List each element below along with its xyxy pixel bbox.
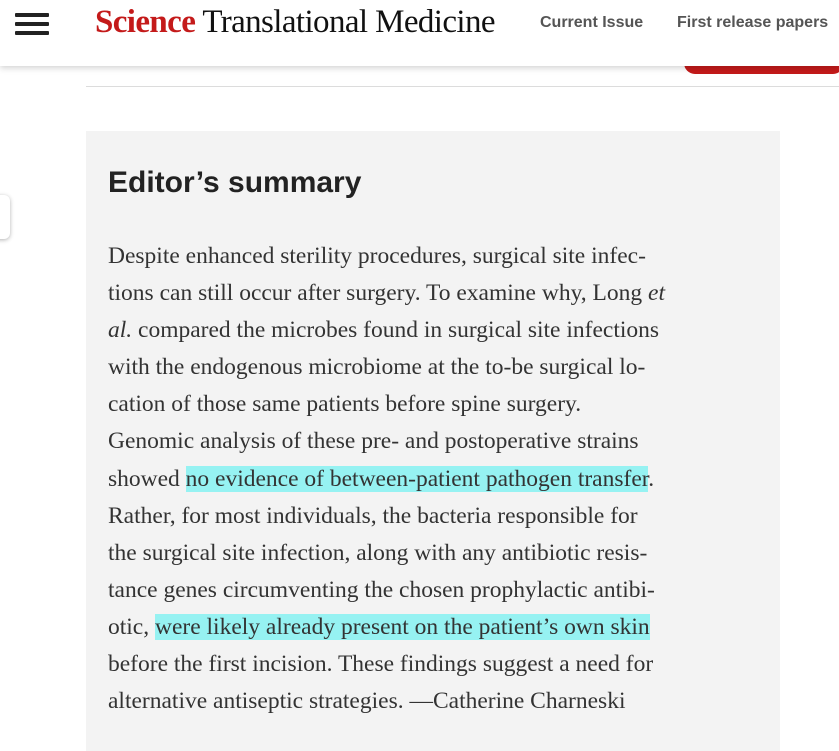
italic-text: et <box>648 280 665 307</box>
text-segment: cation of those same patients before spi… <box>108 391 582 418</box>
summary-line: otic, were likely already present on the… <box>108 609 768 646</box>
italic-text: al. <box>108 317 133 344</box>
summary-line: the surgical site infection, along with … <box>108 535 768 572</box>
summary-line: tions can still occur after surgery. To … <box>108 275 768 312</box>
content-divider <box>86 86 839 87</box>
nav-current-issue[interactable]: Current Issue <box>540 14 643 32</box>
highlighted-text: were likely already present on the patie… <box>155 613 650 640</box>
hamburger-menu-icon[interactable] <box>15 10 49 38</box>
highlighted-text: no evidence of between-patient pathogen … <box>185 465 649 492</box>
text-segment: showed <box>108 465 186 492</box>
site-header: Science Translational Medicine Current I… <box>0 0 839 66</box>
summary-line: before the first incision. These finding… <box>108 646 768 683</box>
text-segment: compared the microbes found in surgical … <box>132 317 660 344</box>
text-segment: alternative antiseptic strategies. —Cath… <box>108 688 626 715</box>
logo-journal: Translational Medicine <box>202 4 495 40</box>
text-segment: before the first incision. These finding… <box>108 651 654 678</box>
summary-line: alternative antiseptic strategies. —Cath… <box>108 683 768 720</box>
summary-line: Genomic analysis of these pre- and posto… <box>108 423 768 460</box>
summary-line: showed no evidence of between-patient pa… <box>108 461 768 498</box>
text-segment: tance genes circumventing the chosen pro… <box>108 576 655 603</box>
summary-line: with the endogenous microbiome at the to… <box>108 349 768 386</box>
logo-brand: Science <box>95 4 196 40</box>
summary-line: tance genes circumventing the chosen pro… <box>108 572 768 609</box>
text-segment: tions can still occur after surgery. To … <box>108 280 649 307</box>
text-segment: . <box>648 465 655 492</box>
summary-line: Despite enhanced sterility procedures, s… <box>108 238 768 275</box>
text-segment: otic, <box>108 613 155 640</box>
site-logo[interactable]: Science Translational Medicine <box>95 4 496 41</box>
summary-line: cation of those same patients before spi… <box>108 386 768 423</box>
text-segment: Genomic analysis of these pre- and posto… <box>108 428 639 455</box>
text-segment: with the endogenous microbiome at the to… <box>108 354 646 381</box>
summary-line: Rather, for most individuals, the bacter… <box>108 498 768 535</box>
summary-text: Despite enhanced sterility procedures, s… <box>108 238 768 720</box>
text-segment: Rather, for most individuals, the bacter… <box>108 502 638 529</box>
nav-first-release-papers[interactable]: First release papers <box>677 14 828 32</box>
summary-title: Editor’s summary <box>108 166 362 199</box>
side-panel-tab[interactable] <box>0 195 10 239</box>
text-segment: Despite enhanced sterility procedures, s… <box>108 243 646 269</box>
summary-line: al. compared the microbes found in surgi… <box>108 312 768 349</box>
text-segment: the surgical site infection, along with … <box>108 539 648 566</box>
